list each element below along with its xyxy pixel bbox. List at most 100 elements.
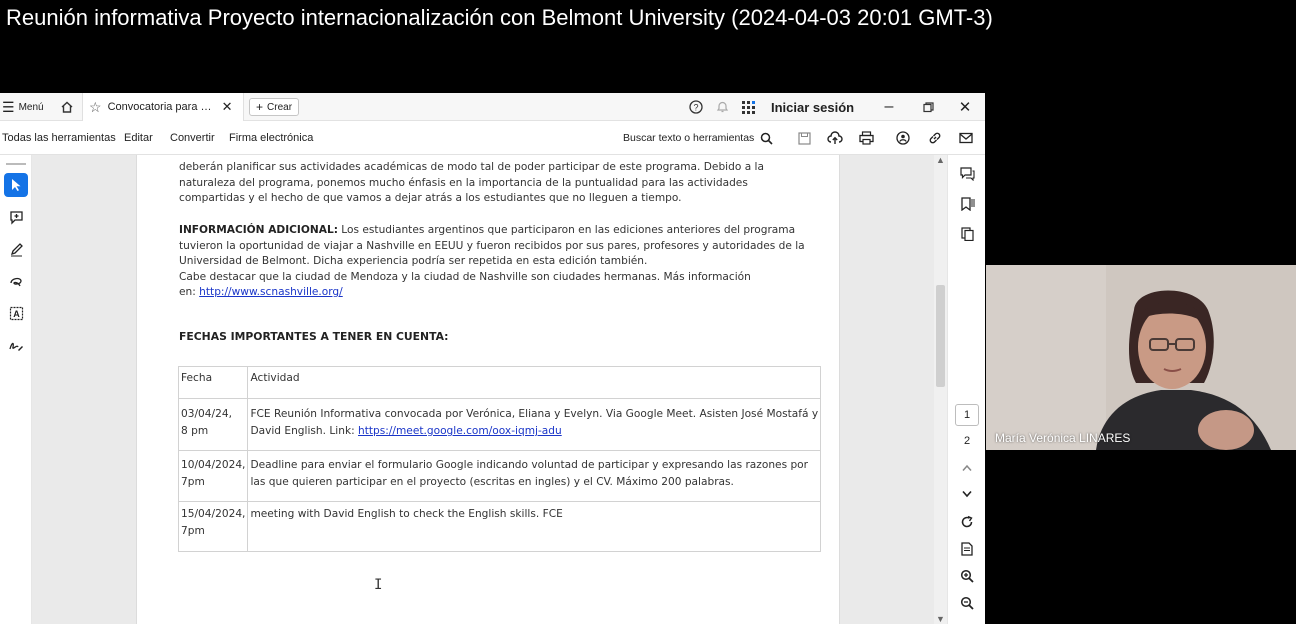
meet-link[interactable]: https://meet.google.com/oox-iqmj-adu — [358, 425, 562, 437]
close-tab-icon[interactable]: ✕ — [222, 99, 233, 115]
date-line: 10/04/2024, — [181, 459, 246, 471]
activity-line: las que quieren participar en el proyect… — [250, 476, 734, 488]
zoom-in-icon[interactable] — [955, 565, 979, 587]
search-tools-label: Buscar texto o herramientas — [623, 132, 755, 144]
paragraph-line: Cabe destacar que la ciudad de Mendoza y… — [179, 270, 751, 283]
paragraph-line: en: http://www.scnashville.org/ — [179, 285, 819, 301]
save-icon[interactable] — [794, 121, 814, 155]
apps-grid-icon[interactable] — [740, 93, 756, 121]
participant-video-image — [986, 265, 1296, 450]
create-label: Crear — [267, 101, 293, 113]
sign-in-button[interactable]: Iniciar sesión — [771, 93, 854, 121]
convert-menu[interactable]: Convertir — [170, 121, 215, 155]
meeting-title: Reunión informativa Proyecto internacion… — [6, 5, 993, 30]
info-line-1: Los estudiantes argentinos que participa… — [337, 224, 796, 236]
pdf-page: deberán planificar sus actividades acadé… — [136, 155, 840, 624]
search-tools[interactable]: Buscar texto o herramientas — [623, 121, 773, 155]
home-button[interactable] — [58, 93, 76, 121]
scnashville-link[interactable]: http://www.scnashville.org/ — [199, 286, 343, 298]
search-icon — [761, 132, 773, 145]
activity-cell: meeting with David English to check the … — [247, 501, 822, 552]
participant-name: María Verónica LINARES — [995, 431, 1131, 445]
shared-screen-acrobat-window: ☰ Menú ☆ Convocatoria para pa... ✕ + Cre… — [0, 93, 985, 624]
create-button[interactable]: + Crear — [249, 98, 300, 116]
svg-text:?: ? — [693, 103, 698, 113]
document-viewport[interactable]: deberán planificar sus actividades acadé… — [32, 155, 947, 624]
minimize-icon[interactable]: – — [880, 93, 898, 121]
activity-cell: Deadline para enviar el formulario Googl… — [247, 450, 822, 502]
scrollbar-thumb[interactable] — [936, 285, 945, 387]
close-window-icon[interactable]: ✕ — [956, 93, 974, 121]
info-heading: INFORMACIÓN ADICIONAL: — [179, 224, 338, 236]
paragraph-line: compartidas y el hecho de que vamos a de… — [179, 192, 682, 204]
vertical-scrollbar[interactable]: ▲ ▼ — [934, 155, 947, 624]
date-line: 15/04/2024, — [181, 508, 246, 520]
star-icon[interactable]: ☆ — [89, 99, 102, 116]
upload-cloud-icon[interactable] — [825, 121, 845, 155]
page-1-button[interactable]: 1 — [955, 404, 979, 426]
previous-page-icon[interactable] — [955, 457, 979, 479]
text-cursor-icon: I — [374, 577, 383, 593]
bookmarks-panel-button[interactable] — [955, 193, 979, 215]
date-cell: 15/04/2024, 7pm — [177, 501, 249, 552]
date-cell: 10/04/2024, 7pm — [177, 450, 249, 502]
comments-panel-button[interactable] — [955, 163, 979, 185]
paragraph-line: naturaleza del programa, ponemos mucho é… — [179, 176, 748, 189]
table-header-cell: Fecha — [177, 366, 249, 399]
activity-line: FCE Reunión Informativa convocada por Ve… — [250, 408, 819, 420]
hamburger-icon: ☰ — [2, 99, 15, 115]
link-icon[interactable] — [925, 121, 945, 155]
acrobat-toolbar: Todas las herramientas Editar Convertir … — [0, 121, 985, 155]
page-2-button[interactable]: 2 — [955, 430, 979, 452]
text-tool[interactable]: A — [4, 301, 28, 325]
right-tool-rail: 1 2 — [947, 155, 985, 624]
help-icon[interactable]: ? — [688, 93, 704, 121]
participant-video-tile[interactable]: María Verónica LINARES — [986, 265, 1296, 450]
table-row: 10/04/2024, 7pm Deadline para enviar el … — [177, 450, 822, 502]
sign-tool[interactable] — [4, 333, 28, 357]
activity-cell: FCE Reunión Informativa convocada por Ve… — [247, 398, 822, 451]
dates-table: Fecha Actividad 03/04/24, 8 pm FCE Reuni… — [177, 366, 822, 552]
print-icon[interactable] — [856, 121, 876, 155]
table-header-row: Fecha Actividad — [177, 366, 822, 399]
document-tab-label: Convocatoria para pa... — [107, 101, 216, 113]
paragraph-line: Universidad de Belmont. Dicha experienci… — [179, 255, 648, 267]
zoom-out-icon[interactable] — [955, 592, 979, 614]
rail-divider — [6, 163, 26, 165]
draw-tool[interactable] — [4, 269, 28, 293]
home-icon — [61, 101, 73, 113]
menu-button[interactable]: ☰ Menú — [2, 93, 44, 121]
table-row: 15/04/2024, 7pm meeting with David Engli… — [177, 501, 822, 552]
page-display-icon[interactable] — [955, 538, 979, 560]
email-icon[interactable] — [956, 121, 976, 155]
scroll-down-arrow-icon[interactable]: ▼ — [934, 614, 947, 624]
cursor-arrow-icon — [12, 179, 21, 191]
select-tool[interactable] — [4, 173, 28, 197]
paragraph-line: deberán planificar sus actividades acadé… — [179, 161, 764, 173]
menu-label: Menú — [18, 101, 44, 113]
rotate-icon[interactable] — [955, 511, 979, 533]
table-row: 03/04/24, 8 pm FCE Reunión Informativa c… — [177, 398, 822, 451]
highlight-tool[interactable] — [4, 237, 28, 261]
date-line: 7pm — [181, 476, 205, 488]
add-comment-tool[interactable] — [4, 205, 28, 229]
next-page-icon[interactable] — [955, 483, 979, 505]
svg-text:A: A — [13, 309, 20, 319]
maximize-icon[interactable] — [919, 93, 937, 121]
scroll-up-arrow-icon[interactable]: ▲ — [934, 155, 947, 165]
edit-menu[interactable]: Editar — [124, 121, 153, 155]
pages-panel-button[interactable] — [955, 223, 979, 245]
notification-bell-icon[interactable] — [714, 93, 730, 121]
comments-icon — [959, 167, 975, 181]
date-cell: 03/04/24, 8 pm — [177, 398, 249, 451]
info-link-prefix: en: — [179, 286, 200, 298]
date-line: 7pm — [181, 525, 205, 537]
share-user-icon[interactable] — [893, 121, 913, 155]
bookmark-icon — [960, 197, 974, 211]
e-signature-menu[interactable]: Firma electrónica — [229, 121, 313, 155]
paragraph-line: INFORMACIÓN ADICIONAL: Los estudiantes a… — [179, 223, 819, 239]
date-line: 8 pm — [181, 425, 209, 437]
paragraph-line: tuvieron la oportunidad de viajar a Nash… — [179, 239, 805, 252]
all-tools-menu[interactable]: Todas las herramientas — [2, 121, 116, 155]
document-tab[interactable]: ☆ Convocatoria para pa... ✕ — [82, 93, 244, 121]
